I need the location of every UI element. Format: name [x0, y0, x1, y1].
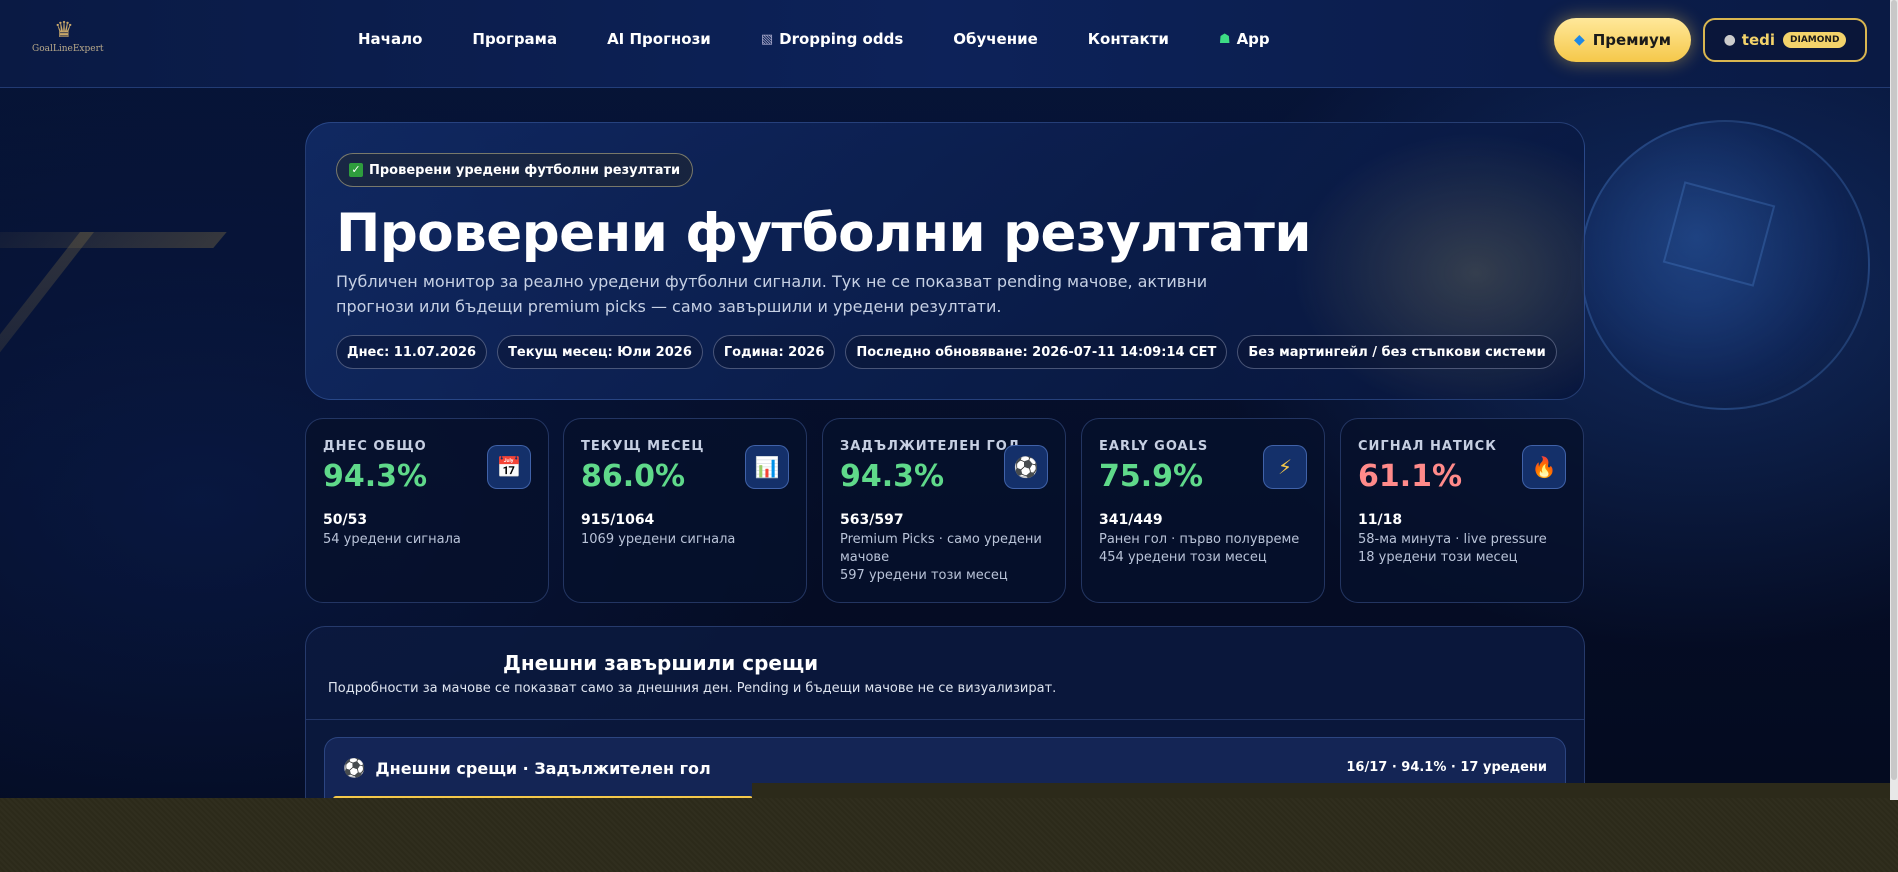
- match-group-header: ⚽ Днешни срещи · Задължителен гол: [343, 758, 711, 779]
- user-account-button[interactable]: ● tedi DIAMOND: [1703, 18, 1867, 62]
- stat-card-pressure-signal: СИГНАЛ НАТИСК 61.1% 🔥 11/18 58-ма минута…: [1340, 418, 1584, 603]
- match-group-stats: 16/17 · 94.1% · 17 уредени: [1346, 760, 1547, 775]
- soccer-ball-graphic: [1580, 120, 1870, 410]
- user-name: tedi: [1741, 31, 1776, 49]
- stat-label: EARLY GOALS: [1099, 439, 1209, 454]
- stat-value: 86.0%: [581, 459, 686, 494]
- pill-year: Година: 2026: [712, 335, 836, 369]
- top-navigation: ♛ GoalLineExpert Начало Програма AI Прог…: [0, 0, 1890, 88]
- pill-current-month: Текущ месец: Юли 2026: [497, 335, 703, 369]
- fire-icon: 🔥: [1522, 445, 1566, 489]
- tier-badge: DIAMOND: [1783, 32, 1847, 48]
- logo-text: GoalLineExpert: [32, 44, 104, 54]
- android-icon: ☗: [1218, 31, 1231, 47]
- stat-subtext: 58-ма минута · live pressure 18 уредени …: [1358, 532, 1547, 565]
- nav-links: Начало Програма AI Прогнози ▧ Dropping od…: [358, 30, 1320, 48]
- verified-badge: ✓ Проверени уредени футболни резултати: [336, 153, 694, 187]
- divider: [306, 719, 1584, 720]
- diamond-icon: ◆: [1573, 32, 1585, 48]
- stat-value: 94.3%: [840, 459, 945, 494]
- site-logo[interactable]: ♛ GoalLineExpert: [32, 18, 104, 64]
- premium-button[interactable]: ◆ Премиум: [1554, 18, 1691, 62]
- bottom-overlay: [0, 798, 1898, 872]
- nav-link-dropping-odds[interactable]: ▧ Dropping odds: [761, 30, 903, 48]
- soccer-ball-icon: ⚽: [343, 758, 366, 779]
- soccer-ball-icon: ⚽: [1004, 445, 1048, 489]
- stat-subtext: 54 уредени сигнала: [323, 532, 461, 547]
- bottom-overlay: [752, 783, 1898, 798]
- pill-last-updated: Последно обновяване: 2026-07-11 14:09:14…: [845, 335, 1228, 369]
- nav-link-education[interactable]: Обучение: [953, 30, 1038, 48]
- user-icon: ●: [1723, 32, 1736, 48]
- bar-chart-icon: 📊: [745, 445, 789, 489]
- pill-no-martingale: Без мартингейл / без стъпкови системи: [1237, 335, 1557, 369]
- stat-subtext: Premium Picks · само уредени мачове 597 …: [840, 532, 1042, 583]
- page-title: Проверени футболни резултати: [336, 203, 1311, 264]
- calendar-icon: 📅: [487, 445, 531, 489]
- stat-label: ДНЕС ОБЩО: [323, 439, 427, 454]
- stat-subtext: 1069 уредени сигнала: [581, 532, 736, 547]
- lightning-icon: ⚡: [1263, 445, 1307, 489]
- stat-card-mandatory-goal: ЗАДЪЛЖИТЕЛЕН ГОЛ 94.3% ⚽ 563/597 Premium…: [822, 418, 1066, 603]
- stat-ratio: 341/449: [1099, 512, 1163, 528]
- stat-label: ТЕКУЩ МЕСЕЦ: [581, 439, 705, 454]
- page-scrollbar[interactable]: [1890, 0, 1898, 800]
- stat-ratio: 563/597: [840, 512, 904, 528]
- stat-label: СИГНАЛ НАТИСК: [1358, 439, 1497, 454]
- nav-link-home[interactable]: Начало: [358, 30, 422, 48]
- chart-icon: ▧: [760, 31, 774, 47]
- stat-card-month: ТЕКУЩ МЕСЕЦ 86.0% 📊 915/1064 1069 уреден…: [563, 418, 807, 603]
- stat-value: 75.9%: [1099, 459, 1204, 494]
- nav-link-ai-predictions[interactable]: AI Прогнози: [607, 30, 711, 48]
- stat-subtext: Ранен гол · първо полувреме 454 уредени …: [1099, 532, 1300, 565]
- nav-link-app[interactable]: ☗ App: [1219, 30, 1270, 48]
- stat-card-today: ДНЕС ОБЩО 94.3% 📅 50/53 54 уредени сигна…: [305, 418, 549, 603]
- checkmark-icon: ✓: [349, 163, 363, 177]
- stat-ratio: 915/1064: [581, 512, 655, 528]
- nav-link-contacts[interactable]: Контакти: [1088, 30, 1169, 48]
- crown-icon: ♛: [54, 18, 74, 43]
- stat-card-early-goals: EARLY GOALS 75.9% ⚡ 341/449 Ранен гол · …: [1081, 418, 1325, 603]
- stat-value: 94.3%: [323, 459, 428, 494]
- section-title: Днешни завършили срещи: [503, 651, 819, 675]
- hero-panel: ✓ Проверени уредени футболни резултати П…: [305, 122, 1585, 400]
- section-subtitle: Подробности за мачове се показват само з…: [328, 681, 1057, 696]
- stat-label: ЗАДЪЛЖИТЕЛЕН ГОЛ: [840, 439, 1020, 454]
- stat-value: 61.1%: [1358, 459, 1463, 494]
- decorative-stripe: [0, 232, 227, 248]
- stat-ratio: 50/53: [323, 512, 368, 528]
- stat-ratio: 11/18: [1358, 512, 1403, 528]
- nav-link-program[interactable]: Програма: [472, 30, 557, 48]
- page-description: Публичен монитор за реално уредени футбо…: [336, 272, 1208, 316]
- pill-today: Днес: 11.07.2026: [336, 335, 488, 369]
- scrollbar-thumb[interactable]: [1891, 0, 1897, 780]
- info-pills: Днес: 11.07.2026 Текущ месец: Юли 2026 Г…: [336, 335, 1567, 369]
